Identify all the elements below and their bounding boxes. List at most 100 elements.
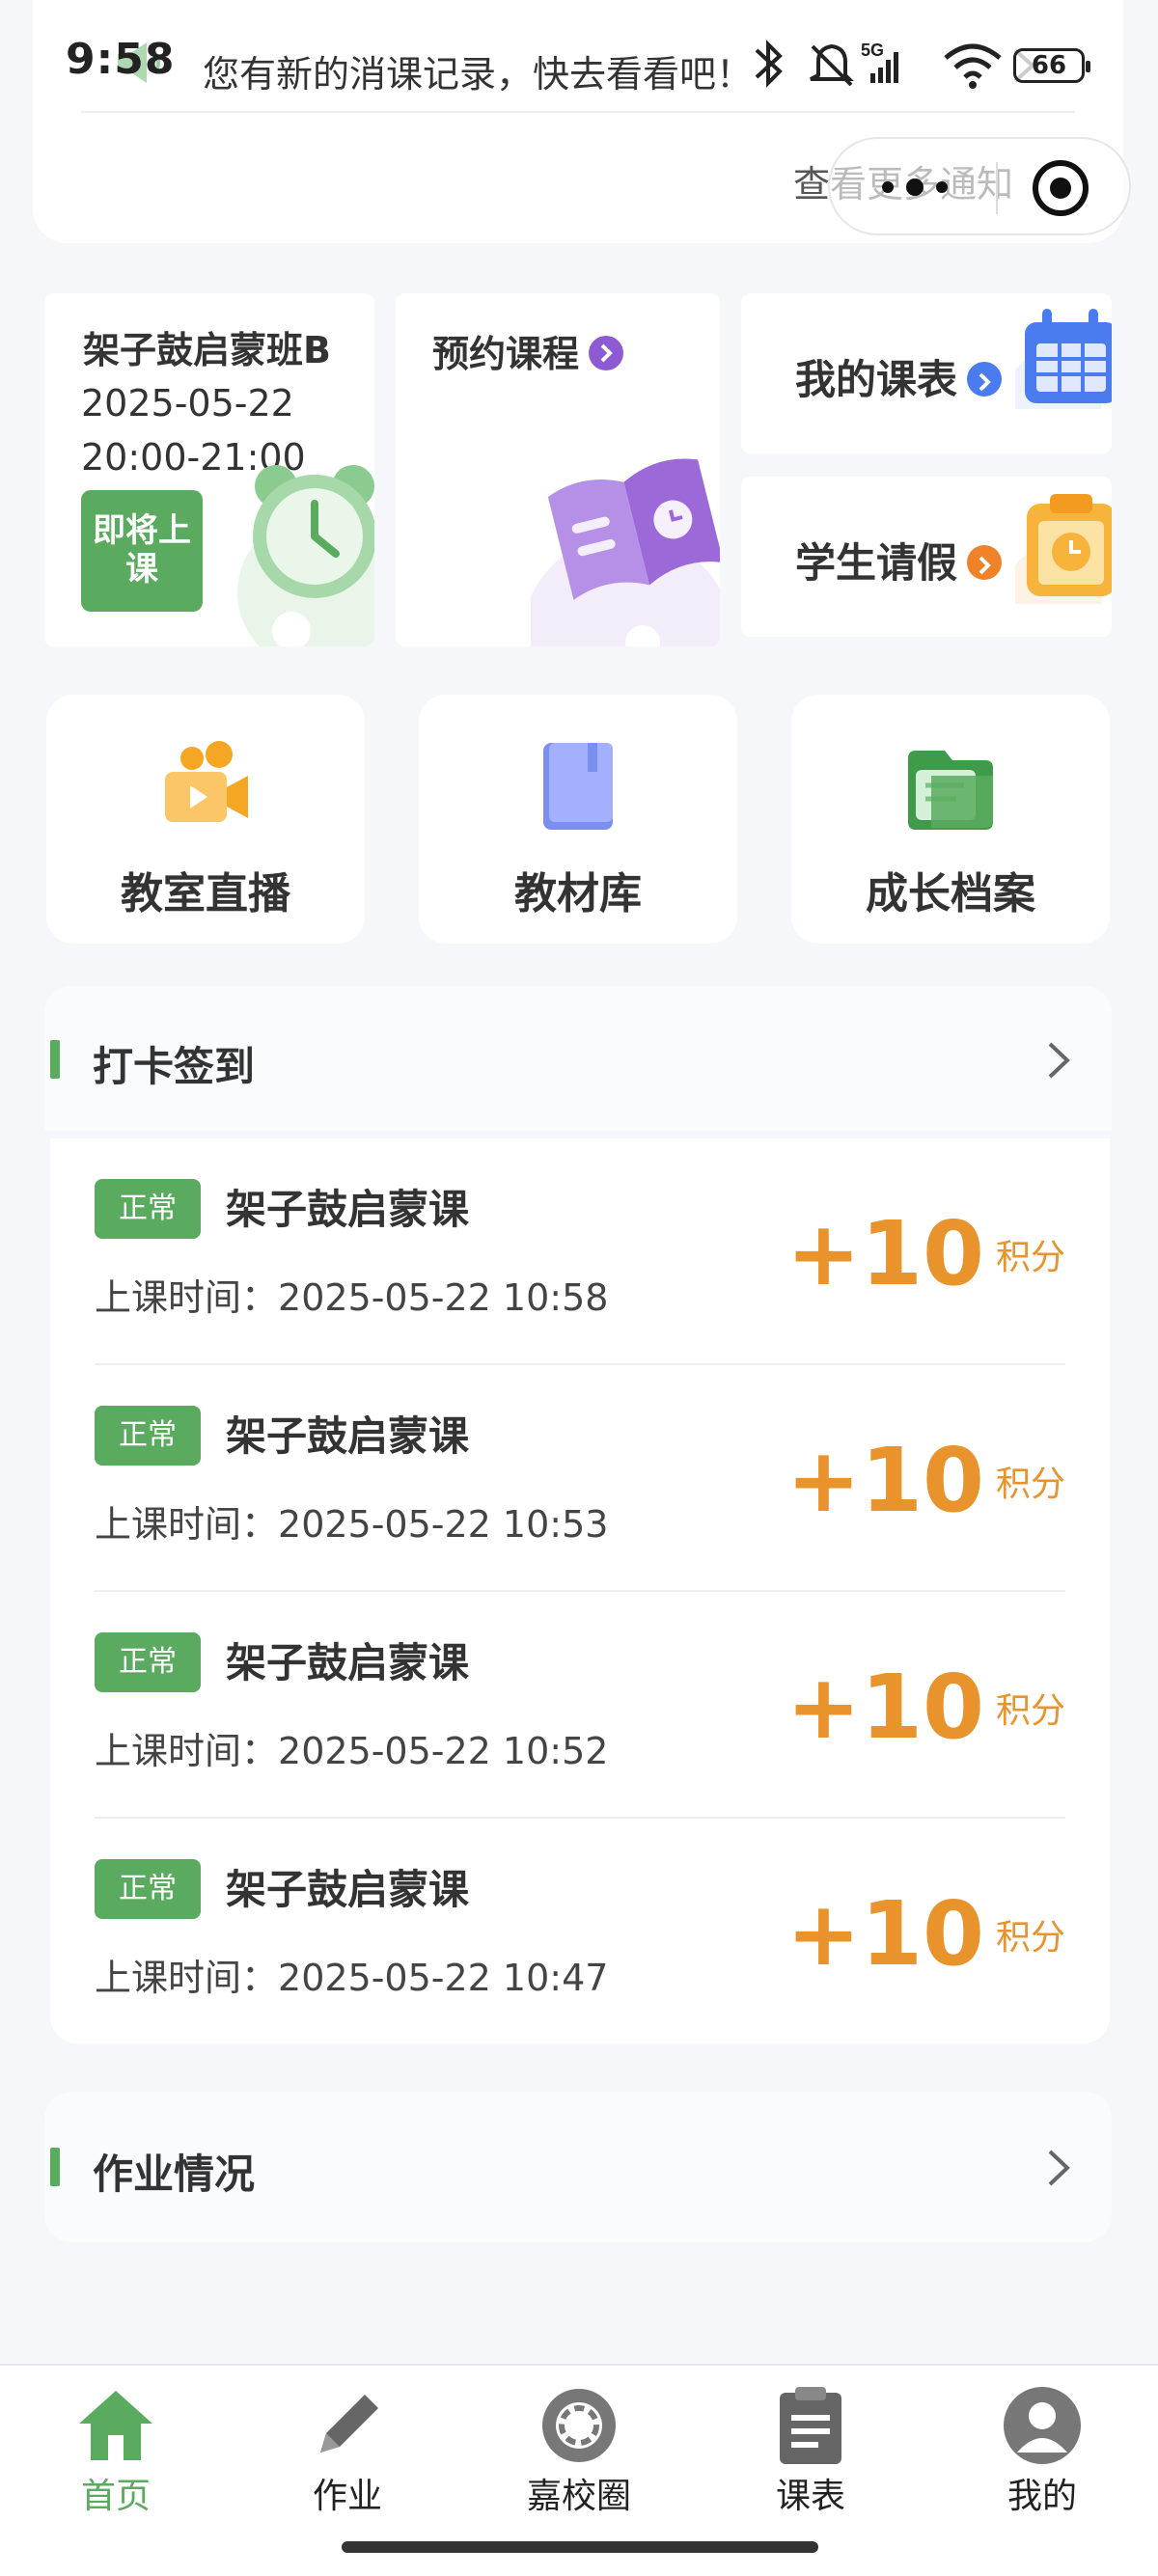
home-icon <box>79 2391 152 2460</box>
status-badge: 正常 <box>95 1859 201 1919</box>
signal-icon: 5G <box>861 41 898 83</box>
upcoming-class-card[interactable]: 架子鼓启蒙班B 2025-05-22 20:00-21:00 即将上课 <box>44 293 374 646</box>
my-schedule-label: 我的课表 <box>795 356 958 403</box>
open-book-icon <box>531 458 720 646</box>
tab-home-label: 首页 <box>80 2477 151 2516</box>
chevron-circle-icon <box>589 335 624 370</box>
bluetooth-icon <box>755 40 783 88</box>
class-time-text: 上课时间：2025-05-22 10:53 <box>95 1494 608 1548</box>
section-accent-bar <box>50 1040 60 1079</box>
points: +10 积分 <box>786 1882 1065 1986</box>
course-name: 架子鼓启蒙课 <box>226 1639 470 1686</box>
tile-classroom-live[interactable]: 教室直播 <box>46 695 365 944</box>
notice-text: 您有新的消课记录，快去看看吧！ <box>203 53 754 96</box>
aperture-icon <box>542 2389 616 2462</box>
points-unit: 积分 <box>995 1237 1065 1277</box>
status-badge: 正常 <box>95 1632 201 1692</box>
status-badge: 正常 <box>95 1406 201 1466</box>
checkin-list: 正常 架子鼓启蒙课 上课时间：2025-05-22 10:58 +10 积分 正常… <box>50 1138 1110 2043</box>
time-label: 上课时间： <box>95 1276 279 1319</box>
time-value: 2025-05-22 10:47 <box>278 1957 609 1999</box>
mute-icon <box>810 43 854 87</box>
list-item[interactable]: 正常 架子鼓启蒙课 上课时间：2025-05-22 10:47 +10 积分 <box>95 1819 1065 2045</box>
tab-campus-circle[interactable]: 嘉校圈 <box>482 2379 676 2516</box>
upcoming-class-button[interactable]: 即将上课 <box>81 490 203 612</box>
calendar-icon <box>1015 309 1112 409</box>
section-accent-bar <box>50 2148 60 2186</box>
book-course-label: 预约课程 <box>432 333 580 375</box>
points: +10 积分 <box>786 1202 1065 1305</box>
points: +10 积分 <box>786 1656 1065 1759</box>
chevron-circle-icon <box>967 361 1003 397</box>
tab-profile-label: 我的 <box>1006 2477 1077 2516</box>
points-value: +10 <box>786 1882 984 1986</box>
alarm-clock-icon <box>237 465 374 646</box>
points: +10 积分 <box>786 1429 1065 1532</box>
course-name: 架子鼓启蒙课 <box>226 1186 470 1233</box>
checkin-section-title: 打卡签到 <box>93 1043 256 1090</box>
battery-indicator: 66 <box>1013 48 1090 83</box>
class-title: 架子鼓启蒙班B <box>83 329 331 371</box>
time-value: 2025-05-22 10:58 <box>278 1276 609 1319</box>
close-target-icon[interactable] <box>1029 156 1092 220</box>
folder-icon <box>908 751 993 830</box>
capsule-divider <box>996 162 998 214</box>
time-label: 上课时间： <box>95 1957 279 1999</box>
user-icon <box>1004 2387 1081 2464</box>
chevron-right-icon[interactable] <box>1044 2146 1073 2190</box>
time-value: 2025-05-22 10:52 <box>278 1730 609 1772</box>
student-leave-title: 学生请假 <box>795 531 1003 589</box>
home-indicator <box>342 2541 818 2553</box>
class-time-text: 上课时间：2025-05-22 10:58 <box>95 1268 608 1321</box>
chevron-right-icon[interactable] <box>1044 1038 1073 1082</box>
mini-program-capsule[interactable] <box>828 137 1131 235</box>
class-time-text: 上课时间：2025-05-22 10:52 <box>95 1721 608 1774</box>
course-name: 架子鼓启蒙课 <box>226 1412 470 1460</box>
tab-profile[interactable]: 我的 <box>946 2379 1139 2516</box>
leave-clipboard-icon <box>1015 494 1112 604</box>
book-course-title: 预约课程 <box>432 324 624 377</box>
points-value: +10 <box>786 1202 984 1305</box>
network-label: 5G <box>861 41 884 60</box>
wifi-icon <box>944 43 1002 89</box>
points-unit: 积分 <box>995 1464 1065 1504</box>
list-item[interactable]: 正常 架子鼓启蒙课 上课时间：2025-05-22 10:52 +10 积分 <box>95 1592 1065 1819</box>
tab-schedule[interactable]: 课表 <box>714 2379 907 2516</box>
my-schedule-card[interactable]: 我的课表 <box>741 293 1112 453</box>
tab-homework[interactable]: 作业 <box>251 2379 444 2516</box>
class-date: 2025-05-22 <box>81 382 294 425</box>
class-time-text: 上课时间：2025-05-22 10:47 <box>95 1948 608 2001</box>
status-badge: 正常 <box>95 1179 201 1239</box>
tab-campus-circle-label: 嘉校圈 <box>526 2477 631 2516</box>
more-dots-icon[interactable] <box>876 166 953 208</box>
book-icon <box>543 743 613 830</box>
tile-textbook-library-label: 教材库 <box>514 869 642 918</box>
time-label: 上课时间： <box>95 1730 279 1772</box>
status-time: 9:58 <box>66 35 176 84</box>
tab-home[interactable]: 首页 <box>19 2379 212 2516</box>
my-schedule-title: 我的课表 <box>795 347 1003 406</box>
checkin-section-header[interactable]: 打卡签到 <box>44 986 1112 1131</box>
points-value: +10 <box>786 1429 984 1532</box>
student-leave-label: 学生请假 <box>795 539 958 587</box>
chevron-circle-icon <box>967 544 1003 580</box>
tab-homework-label: 作业 <box>312 2477 382 2516</box>
book-course-card[interactable]: 预约课程 <box>396 293 720 646</box>
tile-growth-record[interactable]: 成长档案 <box>791 695 1110 944</box>
time-label: 上课时间： <box>95 1503 279 1546</box>
points-value: +10 <box>786 1656 984 1759</box>
list-item[interactable]: 正常 架子鼓启蒙课 上课时间：2025-05-22 10:58 +10 积分 <box>95 1138 1065 1365</box>
course-name: 架子鼓启蒙课 <box>226 1866 470 1913</box>
tab-schedule-label: 课表 <box>775 2477 845 2516</box>
homework-section-title: 作业情况 <box>93 2151 256 2198</box>
homework-section-header[interactable]: 作业情况 <box>44 2092 1112 2242</box>
clipboard-icon <box>780 2387 841 2464</box>
points-unit: 积分 <box>995 1690 1065 1731</box>
points-unit: 积分 <box>995 1917 1065 1958</box>
tile-classroom-live-label: 教室直播 <box>121 869 290 918</box>
list-item[interactable]: 正常 架子鼓启蒙课 上课时间：2025-05-22 10:53 +10 积分 <box>95 1365 1065 1592</box>
student-leave-card[interactable]: 学生请假 <box>741 477 1112 637</box>
tile-textbook-library[interactable]: 教材库 <box>419 695 737 944</box>
video-camera-icon <box>165 741 248 822</box>
pencil-icon <box>320 2395 378 2453</box>
